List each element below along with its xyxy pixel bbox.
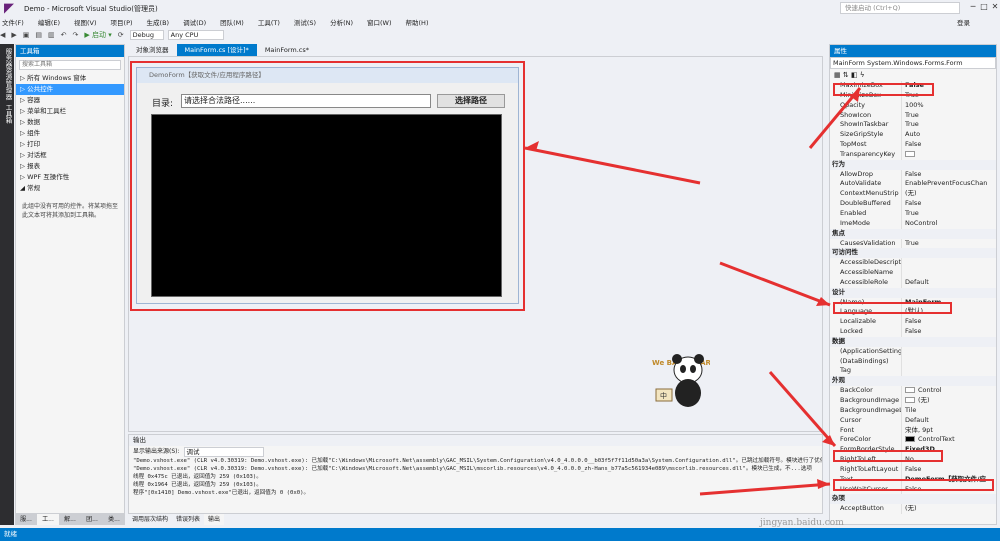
watermark: jingyan.baidu.com xyxy=(760,518,844,528)
status-bar: 就绪 xyxy=(0,528,1000,541)
arrow-text xyxy=(699,482,831,496)
arrow-formborderstyle xyxy=(768,371,837,447)
annotation-arrows xyxy=(524,87,862,496)
arrow-form xyxy=(524,146,701,185)
arrow-name xyxy=(719,261,831,307)
